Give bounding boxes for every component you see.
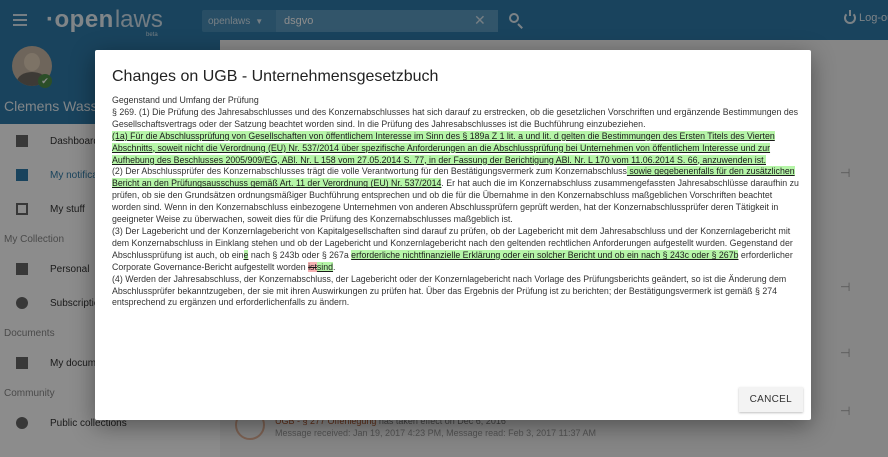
paragraph-2: (2) Der Abschlussprüfer des Konzernabsch… — [112, 166, 802, 226]
paragraph-text: nach § 243b oder § 267a — [248, 249, 352, 260]
dialog-body: Gegenstand und Umfang der Prüfung § 269.… — [112, 95, 802, 383]
paragraph-text: (2) Der Abschlussprüfer des Konzernabsch… — [112, 166, 627, 177]
dialog-actions: CANCEL — [738, 387, 803, 412]
paragraph-4: (4) Werden der Jahresabschluss, der Konz… — [112, 273, 787, 308]
inserted-text: sind — [316, 261, 334, 272]
inserted-text: (1a) Für die Abschlussprüfung von Gesell… — [112, 130, 775, 165]
paragraph-1: § 269. (1) Die Prüfung des Jahresabschlu… — [112, 106, 799, 129]
cancel-button[interactable]: CANCEL — [738, 387, 803, 412]
deleted-text: ist — [308, 261, 317, 272]
changes-dialog: Changes on UGB - Unternehmensgesetzbuch … — [95, 50, 811, 420]
dialog-title: Changes on UGB - Unternehmensgesetzbuch — [112, 68, 439, 85]
section-heading: Gegenstand und Umfang der Prüfung — [112, 95, 259, 105]
paragraph-1a: (1a) Für die Abschlussprüfung von Gesell… — [112, 130, 802, 167]
paragraph-text: . — [333, 261, 336, 272]
inserted-text: erforderliche nichtfinanzielle Erklärung… — [351, 249, 739, 260]
paragraph-3: (3) Der Lagebericht und der Konzernlageb… — [112, 226, 802, 274]
